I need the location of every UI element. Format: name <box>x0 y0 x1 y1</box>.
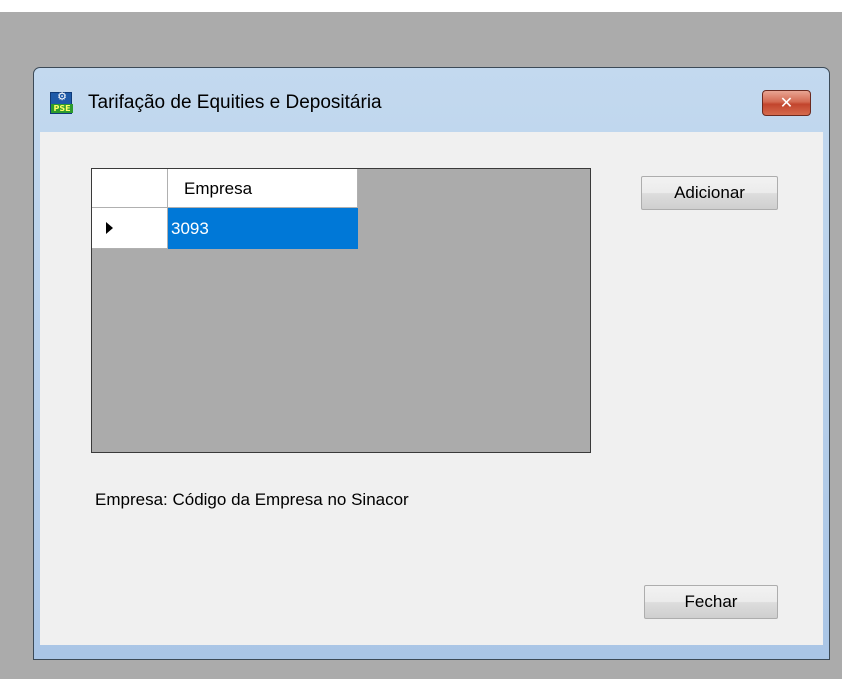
dialog-client-area: Empresa 3093 Adicionar Empresa: Código d… <box>40 132 823 645</box>
top-strip <box>0 0 842 12</box>
add-button[interactable]: Adicionar <box>641 176 778 210</box>
pse-icon-label: PSE <box>51 104 73 113</box>
close-icon: ✕ <box>779 93 794 112</box>
title-bar[interactable]: ⚙ PSE Tarifação de Equities e Depositári… <box>34 68 829 132</box>
grid-corner-header[interactable] <box>92 169 168 208</box>
fechar-button[interactable]: Fechar <box>644 585 778 619</box>
dialog-window: ⚙ PSE Tarifação de Equities e Depositári… <box>33 67 830 660</box>
row-header[interactable] <box>92 208 168 249</box>
window-title: Tarifação de Equities e Depositária <box>88 92 382 113</box>
close-window-button[interactable]: ✕ <box>762 90 811 116</box>
column-header-empresa[interactable]: Empresa <box>168 169 358 208</box>
empresa-info-label: Empresa: Código da Empresa no Sinacor <box>95 490 409 509</box>
empresa-data-grid[interactable]: Empresa 3093 <box>91 168 591 453</box>
pse-app-icon[interactable]: ⚙ PSE <box>50 90 73 114</box>
current-row-arrow-icon <box>106 222 113 234</box>
grid-cell-empresa[interactable]: 3093 <box>168 208 358 249</box>
gear-icon: ⚙ <box>57 90 67 103</box>
